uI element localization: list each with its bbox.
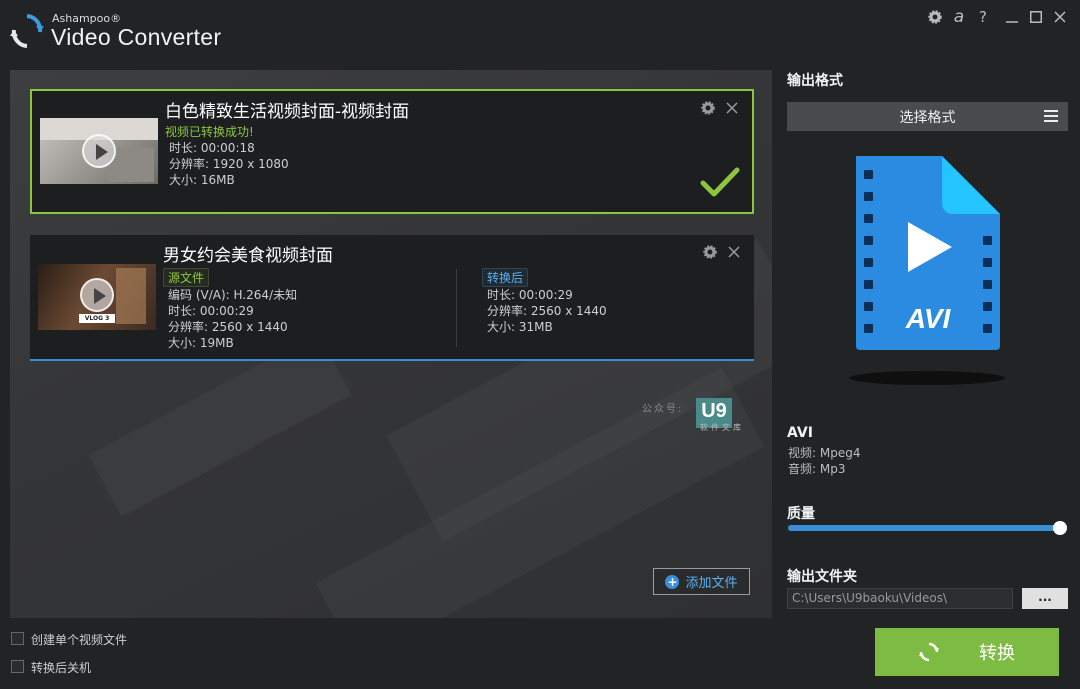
card-settings-icon[interactable] — [702, 245, 718, 261]
watermark-text: 公众号: — [642, 404, 684, 415]
card-close-icon[interactable] — [724, 101, 740, 117]
add-files-button[interactable]: + 添加文件 — [653, 568, 750, 595]
watermark-subtext: 软件文库 — [700, 423, 744, 432]
source-size: 大小: 19MB — [168, 336, 234, 350]
quality-slider-handle[interactable] — [1053, 521, 1067, 535]
file-duration: 时长: 00:00:18 — [169, 141, 255, 155]
source-codec: 编码 (V/A): H.264/未知 — [168, 288, 298, 302]
ashampoo-a-icon[interactable]: a — [951, 7, 967, 27]
help-icon[interactable]: ? — [975, 8, 991, 26]
settings-icon[interactable] — [927, 8, 943, 26]
minimize-icon[interactable] — [1004, 8, 1020, 26]
plus-icon: + — [665, 574, 680, 589]
file-resolution: 分辨率: 1920 x 1080 — [169, 157, 289, 171]
hamburger-menu-icon — [1044, 110, 1058, 122]
thumbnail-caption: VLOG 3 — [79, 314, 115, 323]
convert-label: 转换 — [979, 643, 1015, 664]
title-bar: Ashampoo® Video Converter a ? — [0, 0, 1080, 66]
checkmark-icon — [700, 167, 740, 197]
card-close-icon[interactable] — [726, 245, 742, 261]
avi-file-icon: AVI — [849, 156, 1005, 385]
single-file-checkbox[interactable] — [11, 632, 24, 645]
quality-slider-track[interactable] — [788, 525, 1060, 531]
conversion-status: 视频已转换成功! — [165, 125, 254, 139]
source-tag: 源文件 — [163, 268, 210, 287]
output-folder-field[interactable]: C:\Users\U9baoku\Videos\ — [787, 588, 1013, 609]
convert-button[interactable]: 转换 — [875, 628, 1059, 676]
target-tag: 转换后 — [482, 268, 529, 287]
add-files-label: 添加文件 — [685, 576, 738, 591]
refresh-icon — [919, 642, 939, 662]
target-resolution: 分辨率: 2560 x 1440 — [487, 304, 607, 318]
file-size: 大小: 16MB — [169, 173, 235, 187]
output-folder-heading: 输出文件夹 — [787, 569, 857, 585]
file-title: 男女约会美食视频封面 — [163, 246, 333, 266]
source-duration: 时长: 00:00:29 — [168, 304, 254, 318]
target-duration: 时长: 00:00:29 — [487, 288, 573, 302]
video-thumbnail[interactable] — [40, 118, 158, 184]
browse-folder-button[interactable]: ... — [1022, 588, 1068, 609]
close-icon[interactable] — [1052, 8, 1068, 26]
single-file-label: 创建单个视频文件 — [31, 633, 128, 647]
select-format-label: 选择格式 — [899, 109, 956, 126]
play-icon[interactable] — [80, 278, 114, 312]
card-progress-line — [30, 359, 754, 361]
output-format-heading: 输出格式 — [787, 73, 843, 89]
format-name: AVI — [787, 425, 813, 441]
video-thumbnail[interactable]: VLOG 3 — [38, 264, 156, 330]
video-codec: 视频: Mpeg4 — [788, 446, 861, 460]
card-settings-icon[interactable] — [700, 101, 716, 117]
source-resolution: 分辨率: 2560 x 1440 — [168, 320, 288, 334]
ashampoo-logo-icon — [10, 14, 44, 48]
file-card-pending[interactable]: VLOG 3 男女约会美食视频封面 源文件 编码 (V/A): H.264/未知… — [30, 235, 754, 361]
file-title: 白色精致生活视频封面-视频封面 — [165, 102, 410, 122]
audio-codec: 音频: Mp3 — [788, 462, 846, 476]
file-card-converted[interactable]: 白色精致生活视频封面-视频封面 视频已转换成功! 时长: 00:00:18 分辨… — [30, 89, 754, 214]
target-size: 大小: 31MB — [487, 320, 553, 334]
play-icon[interactable] — [82, 134, 116, 168]
select-format-button[interactable]: 选择格式 — [787, 102, 1068, 131]
divider — [456, 269, 457, 347]
shutdown-checkbox[interactable] — [11, 660, 24, 673]
maximize-icon[interactable] — [1028, 8, 1044, 26]
app-title: Video Converter — [51, 24, 222, 50]
avi-icon-label: AVI — [905, 303, 952, 334]
shutdown-label: 转换后关机 — [31, 661, 92, 675]
file-list-panel: 白色精致生活视频封面-视频封面 视频已转换成功! 时长: 00:00:18 分辨… — [10, 70, 772, 618]
quality-heading: 质量 — [787, 506, 815, 522]
thumbnail-detail — [116, 268, 146, 324]
